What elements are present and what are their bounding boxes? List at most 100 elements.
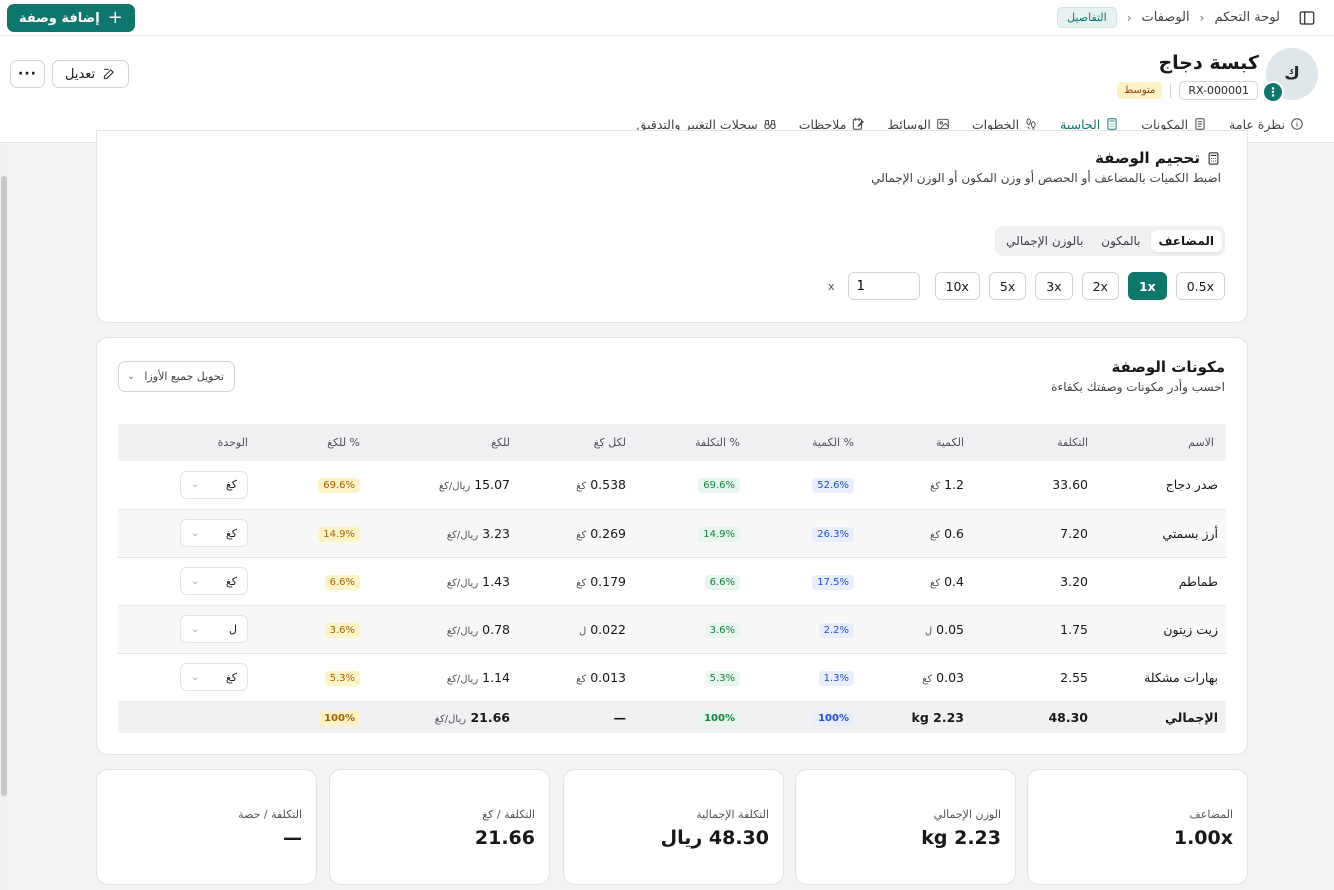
column-header: للكغ (368, 424, 518, 461)
breadcrumb-recipes[interactable]: الوصفات (1142, 10, 1190, 25)
multiplier-row: 0.5x 1x 2x 3x 5x 10x x (828, 272, 1225, 300)
more-options-button[interactable]: ··· (10, 60, 45, 88)
avatar-menu-icon[interactable]: ⋮ (1262, 81, 1284, 103)
chevron-down-icon: ⌄ (191, 671, 200, 683)
ingredient-cost: 33.60 (972, 461, 1096, 510)
avatar-letter: ك (1284, 64, 1300, 84)
convert-weights-label: تحويل جميع الأوزا (144, 370, 224, 383)
kg-pct-cell: 14.9% (256, 509, 368, 558)
total-qty-pct-cell: 100% (748, 701, 862, 733)
table-row: طماطم 3.20 0.4 كغ 17.5% 6.6% 0.179 كغ 1.… (118, 557, 1226, 606)
multiplier-3x-button[interactable]: 3x (1035, 272, 1073, 300)
difficulty-badge: متوسط (1116, 82, 1163, 99)
per-kg-unit: كغ (576, 577, 587, 589)
mode-by-total-weight[interactable]: بالوزن الإجمالي (998, 230, 1091, 252)
kg-pct-badge: 14.9% (318, 526, 360, 542)
calculator-icon (1208, 151, 1219, 165)
multiplier-10x-button[interactable]: 10x (934, 272, 980, 300)
unit-cell: ل ⌄ (118, 605, 256, 654)
unit-select[interactable]: كغ ⌄ (180, 567, 248, 595)
cost-per-kg-value: 0.78 (482, 621, 510, 637)
qty-pct-badge: 1.3% (818, 670, 854, 686)
stat-label: التكلفة / كغ (482, 808, 535, 821)
qty-value: 0.4 (944, 573, 964, 589)
cost-per-kg-value: 3.23 (482, 525, 510, 541)
total-label: الإجمالي (1096, 701, 1226, 733)
total-cost: 48.30 (972, 701, 1096, 733)
qty-value: 0.03 (936, 669, 964, 685)
stat-label: التكلفة / حصة (238, 808, 302, 821)
recipe-code-badge: RX-000001 (1179, 81, 1258, 100)
unit-select-value: كغ (225, 526, 237, 540)
cost-per-kg-cell: 1.43 ريال/كغ (368, 557, 518, 606)
cost-pct-badge: 3.6% (704, 622, 740, 638)
chevron-down-icon: ⌄ (191, 527, 200, 539)
mode-multiplier[interactable]: المضاعف (1150, 230, 1222, 252)
kg-pct-badge: 5.3% (324, 670, 360, 686)
unit-select[interactable]: كغ ⌄ (180, 519, 248, 547)
ingredient-cost: 2.55 (972, 653, 1096, 702)
multiplier-1x-button[interactable]: 1x (1127, 272, 1167, 300)
cost-per-kg-cell: 3.23 ريال/كغ (368, 509, 518, 558)
per-kg-value: 0.179 (590, 573, 626, 589)
multiplier-0.5x-button[interactable]: 0.5x (1175, 272, 1225, 300)
cost-pct-cell: 5.3% (634, 653, 748, 702)
column-header: التكلفة (972, 424, 1096, 461)
chevron-left-icon: ‹ (1199, 10, 1205, 25)
qty-pct-badge: 26.3% (812, 526, 854, 542)
edit-button[interactable]: تعديل (52, 60, 130, 88)
chevron-down-icon: ⌄ (191, 575, 200, 587)
unit-select[interactable]: كغ ⌄ (180, 663, 248, 691)
chevron-left-icon: ‹ (1126, 10, 1132, 25)
kg-pct-cell: 6.6% (256, 557, 368, 606)
column-header: الاسم (1096, 424, 1226, 461)
convert-weights-select[interactable]: تحويل جميع الأوزا ⌄ (118, 361, 235, 392)
per-kg-cell: 0.179 كغ (518, 557, 634, 606)
chevron-down-icon: ⌄ (127, 371, 136, 382)
qty-unit: كغ (922, 673, 933, 685)
image-icon (937, 118, 949, 130)
unit-select[interactable]: كغ ⌄ (180, 470, 248, 499)
unit-select-value: ل (229, 622, 237, 636)
breadcrumb-dashboard[interactable]: لوحة التحكم (1214, 10, 1280, 25)
per-kg-cell: 0.269 كغ (518, 509, 634, 558)
qty-unit: كغ (930, 577, 941, 589)
qty-pct-badge: 17.5% (812, 574, 854, 590)
chevron-down-icon: ⌄ (191, 479, 200, 491)
table-row: صدر دجاج 33.60 1.2 كغ 52.6% 69.6% 0.538 … (118, 461, 1226, 510)
recipe-header: ك ⋮ كبسة دجاج RX-000001 متوسط تعديل ··· … (0, 36, 1334, 143)
unit-select[interactable]: ل ⌄ (180, 615, 248, 643)
ingredient-cost: 7.20 (972, 509, 1096, 558)
chevron-down-icon: ⌄ (191, 623, 200, 635)
ingredients-title: مكونات الوصفة (1111, 358, 1225, 376)
multiplier-2x-button[interactable]: 2x (1081, 272, 1119, 300)
mode-by-ingredient[interactable]: بالمكون (1093, 230, 1148, 252)
unit-cell: كغ ⌄ (118, 509, 256, 558)
per-kg-unit: كغ (576, 529, 587, 541)
kg-pct-badge: 6.6% (324, 574, 360, 590)
stat-value: kg 2.23 (921, 827, 1001, 849)
add-recipe-button[interactable]: + إضافة وصفة (7, 4, 135, 32)
scaling-mode-toggle: المضاعف بالمكون بالوزن الإجمالي (995, 226, 1225, 256)
cost-per-kg-unit: ريال/كغ (446, 529, 479, 541)
qty-pct-badge: 52.6% (812, 478, 854, 494)
per-kg-value: 0.269 (590, 525, 626, 541)
stat-card-total-weight: الوزن الإجمالي kg 2.23 (795, 769, 1016, 885)
page-title: كبسة دجاج (1158, 52, 1259, 74)
sidebar-toggle-icon[interactable] (1298, 9, 1316, 27)
scaling-title: تحجيم الوصفة (1095, 149, 1221, 167)
column-header: % الكمية (748, 424, 862, 461)
ingredients-subtitle: احسب وأدر مكونات وصفتك بكفاءة (1051, 380, 1225, 394)
footprints-icon (1026, 118, 1036, 130)
multiplier-5x-button[interactable]: 5x (988, 272, 1027, 300)
kg-pct-cell: 5.3% (256, 653, 368, 702)
stat-card-total-cost: التكلفة الإجمالية 48.30 ريال (563, 769, 784, 885)
divider (1170, 83, 1172, 98)
kg-pct-cell: 3.6% (256, 605, 368, 654)
cost-pct-cell: 14.9% (634, 509, 748, 558)
scrollbar-thumb[interactable] (1, 176, 7, 796)
column-header: لكل كغ (518, 424, 634, 461)
cost-pct-badge: 5.3% (704, 670, 740, 686)
cost-per-kg-unit: ريال/كغ (446, 577, 479, 589)
custom-multiplier-input[interactable] (847, 272, 920, 300)
